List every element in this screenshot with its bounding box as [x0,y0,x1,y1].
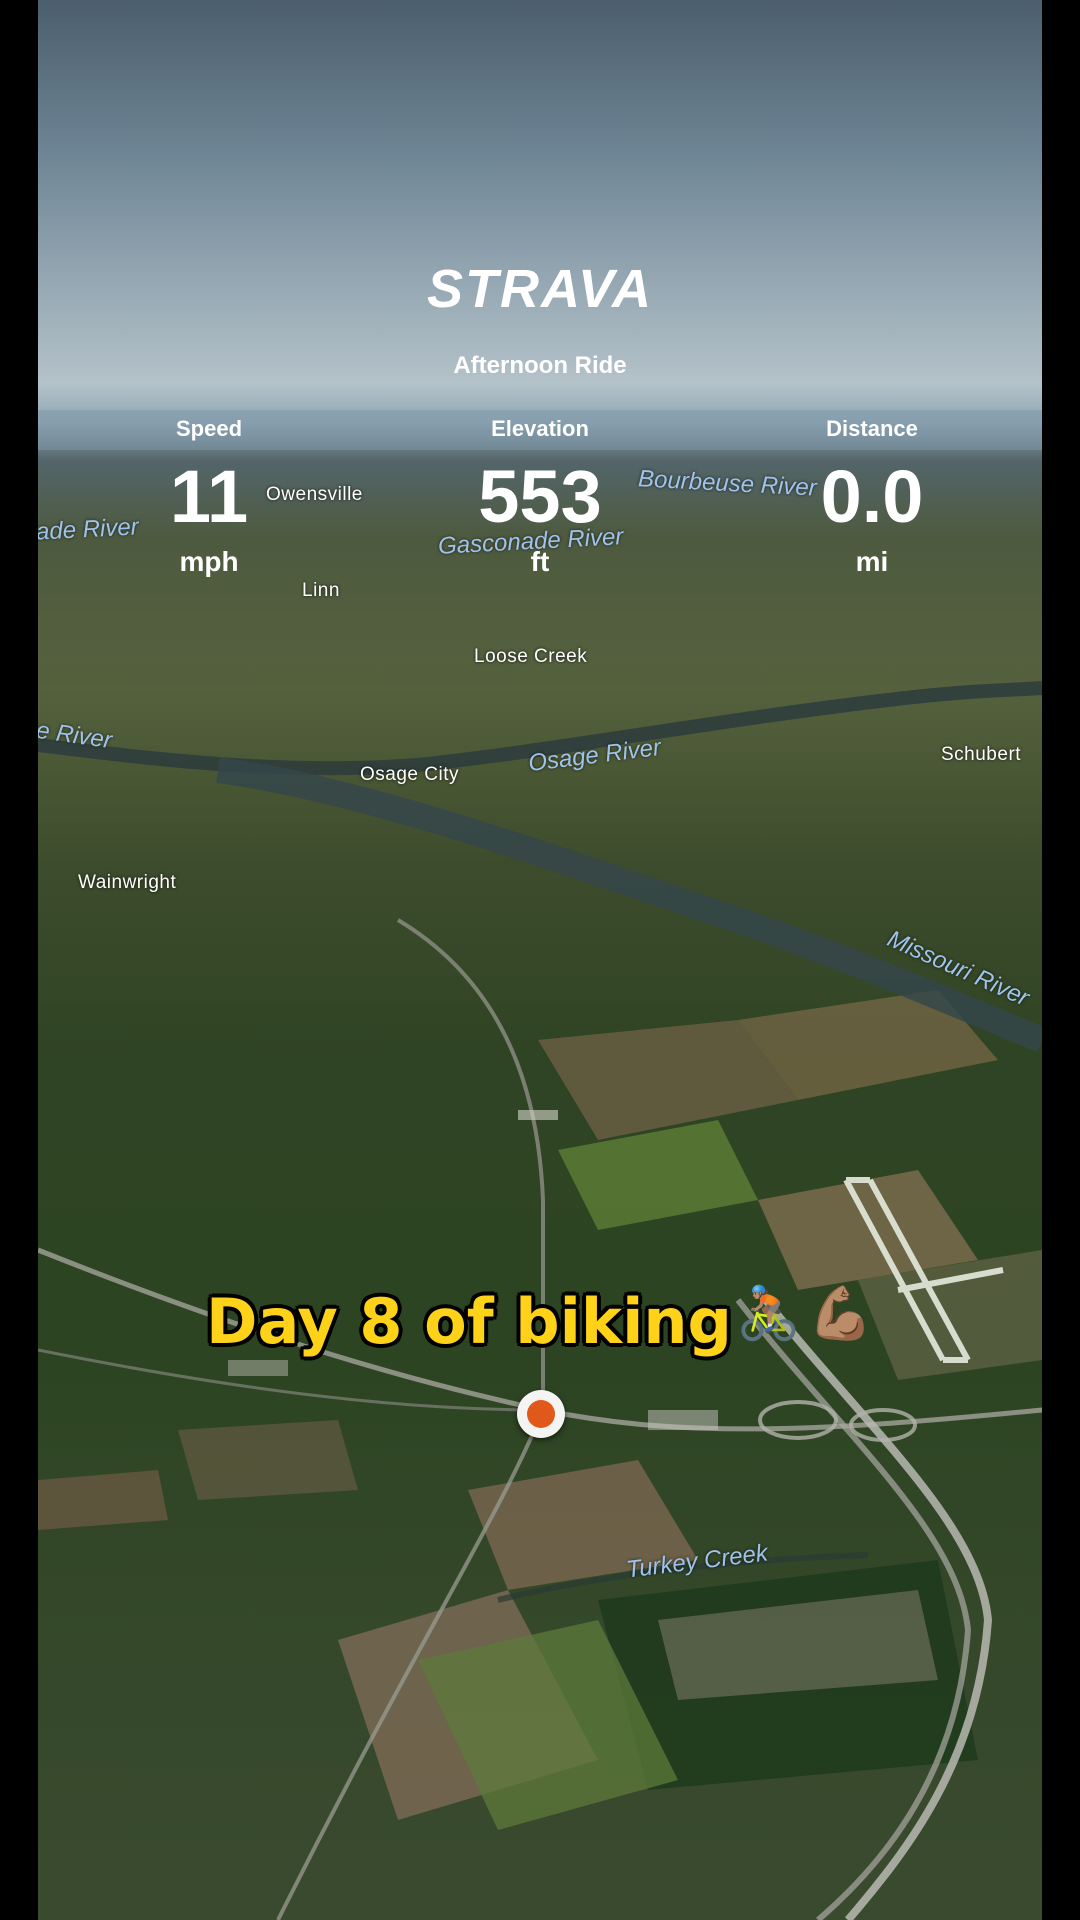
map-label-osage-city: Osage City [360,764,459,785]
app-frame: Owensville Linn Loose Creek Osage City S… [0,0,1080,1920]
stat-speed: Speed 11 mph [84,416,334,578]
stat-distance-label: Distance [826,416,918,441]
map-viewport[interactable]: Owensville Linn Loose Creek Osage City S… [38,0,1042,1920]
map-label-loose-creek: Loose Creek [474,646,588,667]
cyclist-emoji-icon: 🚴🏽 [736,1285,801,1343]
position-marker-dot [527,1400,555,1428]
map-label-schubert: Schubert [941,744,1022,765]
stat-distance-value: 0.0 [820,455,924,538]
flexed-biceps-emoji-icon: 💪🏽 [808,1285,873,1343]
stat-speed-value: 11 [169,455,249,538]
strava-logo: STRAVA [427,259,653,319]
map-label-linn: Linn [302,580,340,601]
stat-elevation-label: Elevation [491,416,589,441]
stat-speed-unit: mph [179,546,239,577]
stat-distance-unit: mi [855,546,889,577]
position-marker-icon [517,1390,565,1438]
map-label-wainwright: Wainwright [78,872,177,893]
stat-elevation: Elevation 553 ft [415,416,665,578]
stat-elevation-unit: ft [530,546,550,577]
caption-text: Day 8 of biking [206,1285,732,1358]
stat-elevation-value: 553 [478,455,602,538]
stat-distance: Distance 0.0 mi [747,416,997,578]
activity-title: Afternoon Ride [453,352,627,379]
stat-speed-label: Speed [175,416,243,441]
